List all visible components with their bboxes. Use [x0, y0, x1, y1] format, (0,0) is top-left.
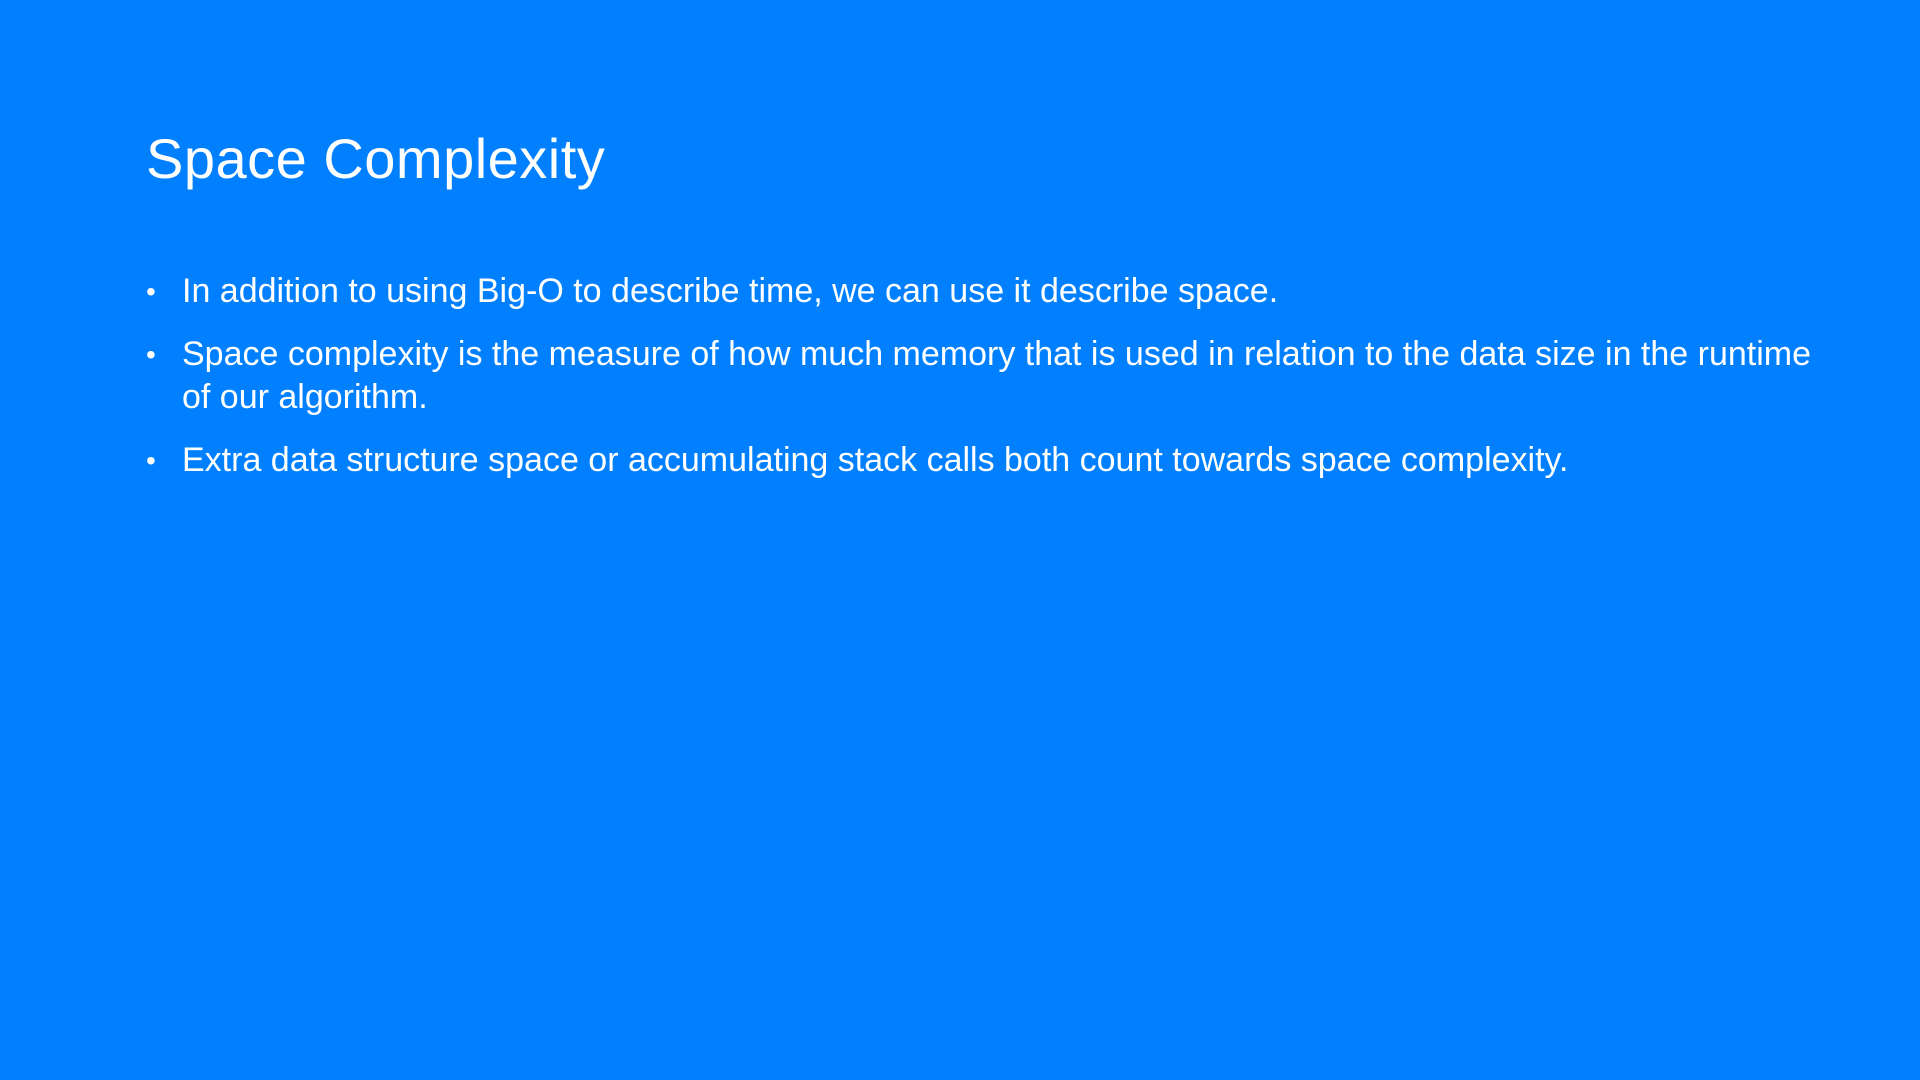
bullet-text: In addition to using Big-O to describe t… [182, 272, 1279, 310]
bullet-list: • In addition to using Big-O to describe… [146, 270, 1826, 502]
bullet-item: • Space complexity is the measure of how… [146, 333, 1826, 419]
bullet-icon: • [146, 339, 156, 370]
slide-title: Space Complexity [146, 127, 606, 190]
bullet-icon: • [146, 445, 156, 476]
bullet-item: • In addition to using Big-O to describe… [146, 270, 1826, 313]
bullet-icon: • [146, 276, 156, 307]
bullet-item: • Extra data structure space or accumula… [146, 439, 1826, 482]
slide: Space Complexity • In addition to using … [0, 0, 1920, 1080]
bullet-text: Space complexity is the measure of how m… [182, 335, 1812, 416]
bullet-text: Extra data structure space or accumulati… [182, 441, 1569, 479]
